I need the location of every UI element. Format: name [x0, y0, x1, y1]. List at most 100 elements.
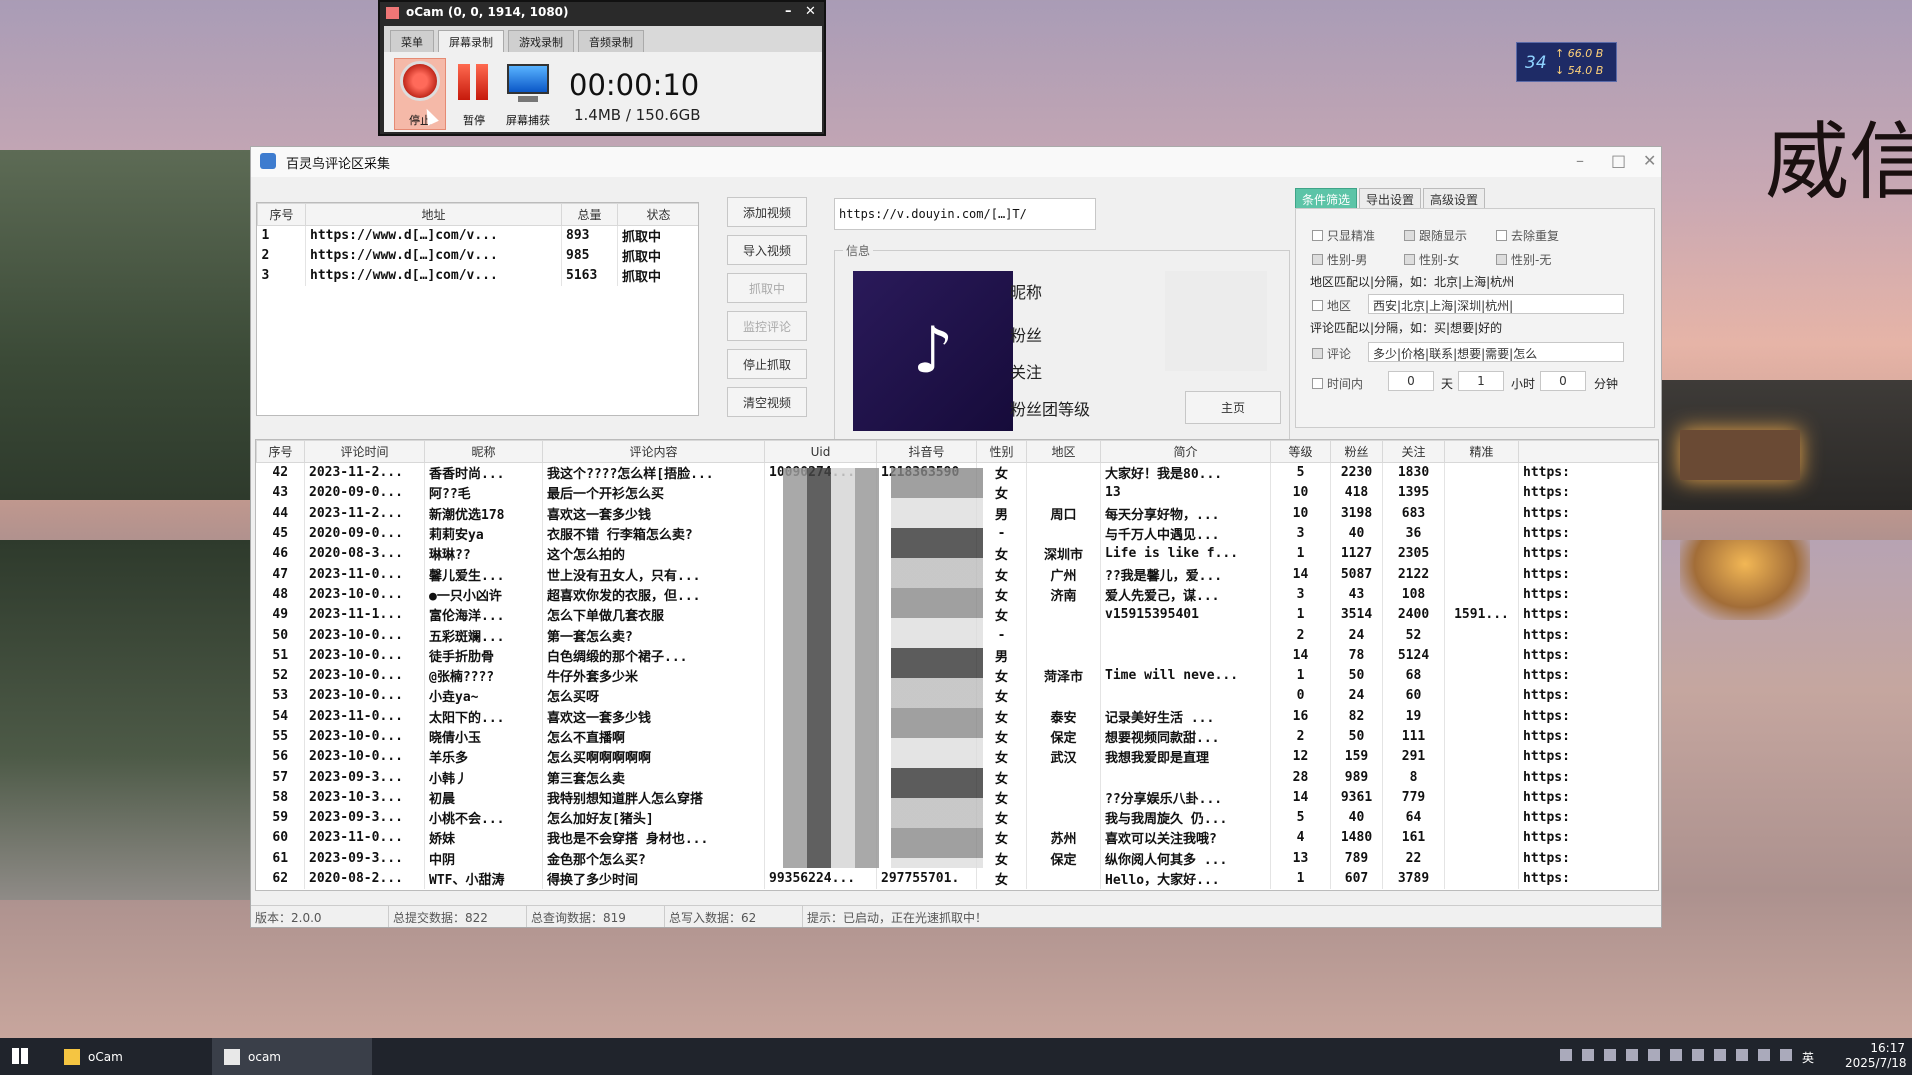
taskbar-app-ocam[interactable]: oCam	[52, 1038, 212, 1075]
region-input[interactable]: 西安|北京|上海|深圳|杭州|	[1368, 294, 1624, 314]
comments-col-header[interactable]: 地区	[1026, 440, 1101, 463]
cell: 小韩丿	[424, 766, 543, 788]
cell: https:	[1518, 645, 1658, 666]
comments-table[interactable]: 序号 评论时间 昵称 评论内容 Uid 抖音号 性别 地区 简介 等级 粉丝 关注 精准 42 2023-…	[255, 439, 1659, 891]
comments-col-header[interactable]: 性别	[976, 440, 1027, 463]
tab-filter[interactable]: 条件筛选	[1295, 188, 1358, 208]
home-button[interactable]: 主页	[1185, 391, 1281, 424]
tray-icon[interactable]	[1736, 1049, 1748, 1061]
taskbar: oCam ocam 英 16:17 2025/7/18	[0, 1038, 1912, 1075]
cell: 2023-11-2...	[304, 503, 425, 524]
comments-col-header[interactable]	[1518, 440, 1658, 463]
follow-show-checkbox[interactable]: 跟随显示	[1404, 227, 1467, 244]
comment-checkbox[interactable]: 评论	[1312, 345, 1351, 362]
table-row[interactable]: 1 https://www.d[…]com/v... 893 抓取中	[257, 225, 698, 246]
cell: 富伦海洋...	[424, 604, 543, 625]
comments-col-header[interactable]: 抖音号	[876, 440, 977, 463]
screen-capture-button[interactable]: 屏幕捕获	[502, 58, 554, 130]
ocam-tab-audio-record[interactable]: 音频录制	[578, 30, 644, 52]
close-icon[interactable]: ✕	[805, 4, 816, 19]
comments-col-header[interactable]: Uid	[764, 440, 877, 463]
cell	[1026, 624, 1101, 646]
ime-indicator[interactable]: 英	[1802, 1049, 1814, 1066]
fan-level-label: 粉丝团等级	[1010, 400, 1091, 419]
fetching-button[interactable]: 抓取中	[727, 273, 807, 303]
table-row[interactable]: 62 2020-08-2... WTF、小甜涛 得换了多少时间 99356224... 2…	[256, 868, 1658, 889]
tray-icon[interactable]	[1626, 1049, 1638, 1061]
comments-col-header[interactable]: 评论时间	[304, 440, 425, 463]
maximize-icon[interactable]: □	[1611, 151, 1626, 170]
comments-col-header[interactable]: 等级	[1270, 440, 1331, 463]
cell: 羊乐多	[424, 746, 543, 767]
cell	[1444, 503, 1519, 524]
table-row[interactable]: 3 https://www.d[…]com/v... 5163 抓取中	[257, 265, 698, 286]
comments-col-header[interactable]: 简介	[1100, 440, 1271, 463]
comments-col-header[interactable]: 序号	[256, 440, 305, 463]
tab-export[interactable]: 导出设置	[1359, 188, 1422, 208]
clock[interactable]: 16:17 2025/7/18	[1845, 1041, 1907, 1071]
cell: 女	[976, 482, 1027, 504]
gender-none-checkbox[interactable]: 性别-无	[1496, 251, 1551, 268]
net-value: 34	[1525, 53, 1547, 73]
import-video-button[interactable]: 导入视频	[727, 235, 807, 265]
comments-col-header[interactable]: 关注	[1382, 440, 1445, 463]
dedupe-checkbox[interactable]: 去除重复	[1496, 227, 1559, 244]
comments-col-header[interactable]: 评论内容	[542, 440, 765, 463]
comment-keywords-input[interactable]: 多少|价格|联系|想要|需要|怎么	[1368, 342, 1624, 362]
days-input[interactable]: 0	[1388, 371, 1434, 391]
cell: 59	[256, 807, 305, 828]
time-range-checkbox[interactable]: 时间内	[1312, 375, 1363, 392]
cell: 女	[976, 726, 1027, 747]
cell: 2023-10-0...	[304, 685, 425, 707]
cell: 莉莉安ya	[424, 523, 543, 544]
comments-col-header[interactable]: 粉丝	[1330, 440, 1383, 463]
comments-col-header[interactable]: 昵称	[424, 440, 543, 463]
volume-icon[interactable]	[1780, 1049, 1792, 1061]
cell: 45	[256, 523, 305, 544]
cell: ??我是馨儿，爱...	[1100, 563, 1271, 585]
minutes-input[interactable]: 0	[1540, 371, 1586, 391]
table-row[interactable]: 2 https://www.d[…]com/v... 985 抓取中	[257, 245, 698, 266]
cell	[1444, 848, 1519, 869]
clear-videos-button[interactable]: 清空视频	[727, 387, 807, 417]
gender-male-checkbox[interactable]: 性别-男	[1312, 251, 1367, 268]
add-video-button[interactable]: 添加视频	[727, 197, 807, 227]
bluetooth-icon[interactable]	[1692, 1049, 1704, 1061]
watermark-text: 威信	[1765, 113, 1912, 211]
tray-icon[interactable]	[1560, 1049, 1572, 1061]
ocam-tab-game-record[interactable]: 游戏录制	[508, 30, 574, 52]
close-icon[interactable]: ✕	[1643, 151, 1656, 170]
video-list-table[interactable]: 序号 地址 总量 状态 1 https://www.d[…]com/v... 8…	[256, 202, 699, 416]
cell: 78	[1330, 645, 1383, 666]
tray-icon[interactable]	[1714, 1049, 1726, 1061]
cell: 47	[256, 563, 305, 585]
hours-input[interactable]: 1	[1458, 371, 1504, 391]
comments-col-header[interactable]: 精准	[1444, 440, 1519, 463]
tab-advanced[interactable]: 高级设置	[1423, 188, 1486, 208]
cell: 10	[1270, 482, 1331, 504]
cell	[1444, 462, 1519, 483]
stop-fetch-button[interactable]: 停止抓取	[727, 349, 807, 379]
minimize-icon[interactable]: –	[785, 4, 792, 19]
video-url-field[interactable]: https://v.douyin.com/[…]T/	[834, 198, 1096, 230]
windows-start-icon[interactable]	[12, 1048, 28, 1064]
ocam-tab-menu[interactable]: 菜单	[390, 30, 434, 52]
minimize-icon[interactable]: –	[1576, 151, 1584, 170]
cell: 108	[1382, 584, 1445, 605]
tray-icon[interactable]	[1582, 1049, 1594, 1061]
monitor-comments-button[interactable]: 监控评论	[727, 311, 807, 341]
cell: 1480	[1330, 827, 1383, 849]
cell: https:	[1518, 563, 1658, 585]
tray-icon[interactable]	[1604, 1049, 1616, 1061]
tray-icon[interactable]	[1670, 1049, 1682, 1061]
pause-button[interactable]: 暂停	[448, 58, 500, 130]
cell: 女	[976, 868, 1027, 889]
tray-icon[interactable]	[1648, 1049, 1660, 1061]
cell: 男	[976, 645, 1027, 666]
region-checkbox[interactable]: 地区	[1312, 297, 1351, 314]
ocam-tab-screen-record[interactable]: 屏幕录制	[438, 30, 504, 52]
gender-female-checkbox[interactable]: 性别-女	[1404, 251, 1459, 268]
wifi-icon[interactable]	[1758, 1049, 1770, 1061]
taskbar-app-ocam-window[interactable]: ocam	[212, 1038, 372, 1075]
only-precise-checkbox[interactable]: 只显精准	[1312, 227, 1375, 244]
